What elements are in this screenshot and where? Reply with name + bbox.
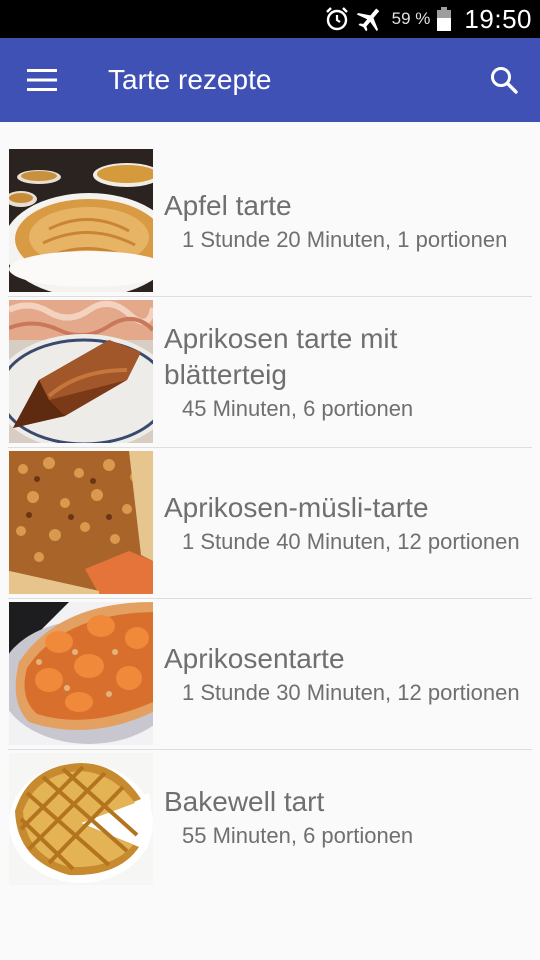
recipe-list-item[interactable]: Aprikosentarte 1 Stunde 30 Minuten, 12 p… (8, 599, 532, 750)
app-bar: Tarte rezepte (0, 38, 540, 122)
recipe-text: Aprikosentarte 1 Stunde 30 Minuten, 12 p… (164, 599, 528, 749)
menu-button[interactable] (0, 38, 84, 122)
page-title: Tarte rezepte (108, 64, 272, 95)
search-icon (491, 67, 518, 94)
hamburger-menu-icon (27, 69, 57, 91)
recipe-meta: 1 Stunde 30 Minuten, 12 portionen (182, 680, 520, 705)
recipe-text: Bakewell tart 55 Minuten, 6 portionen (164, 750, 528, 884)
recipe-list-item[interactable]: Aprikosen tarte mit blätterteig 45 Minut… (8, 297, 532, 448)
airplane-mode-icon (356, 6, 384, 32)
recipe-meta: 1 Stunde 20 Minuten, 1 portionen (182, 227, 508, 252)
recipe-title: Apfel tarte (164, 190, 292, 221)
status-bar: 59 % 19:50 (0, 0, 540, 38)
recipe-list: Apfel tarte 1 Stunde 20 Minuten, 1 porti… (0, 146, 540, 901)
apricot-puff-pastry-tart-photo (9, 300, 153, 443)
recipe-meta: 1 Stunde 40 Minuten, 12 portionen (182, 529, 520, 554)
apple-tart-photo (9, 149, 153, 292)
recipe-text: Aprikosen tarte mit blätterteig 45 Minut… (164, 297, 528, 447)
recipe-text: Apfel tarte 1 Stunde 20 Minuten, 1 porti… (164, 146, 528, 296)
recipe-title: Aprikosen-müsli-tarte (164, 492, 429, 523)
alarm-clock-icon (324, 6, 350, 32)
clock-time: 19:50 (464, 3, 532, 34)
recipe-text: Aprikosen-müsli-tarte 1 Stunde 40 Minute… (164, 448, 528, 598)
battery-percent: 59 % (391, 9, 431, 28)
bakewell-tart-photo (9, 753, 153, 896)
recipe-list-item[interactable]: Bakewell tart 55 Minuten, 6 portionen (8, 750, 532, 901)
recipe-meta: 55 Minuten, 6 portionen (182, 823, 414, 848)
recipe-meta: 45 Minuten, 6 portionen (182, 396, 414, 421)
apricot-muesli-tart-photo (9, 451, 153, 594)
recipe-list-item[interactable]: Aprikosen-müsli-tarte 1 Stunde 40 Minute… (8, 448, 532, 599)
apricot-tart-photo (9, 602, 153, 745)
battery-icon (436, 6, 452, 32)
recipe-title: Aprikosentarte (164, 643, 345, 674)
recipe-title: Aprikosen tarte mit blätterteig (164, 323, 398, 390)
recipe-title: Bakewell tart (164, 786, 325, 817)
search-button[interactable] (468, 38, 540, 122)
recipe-list-item[interactable]: Apfel tarte 1 Stunde 20 Minuten, 1 porti… (8, 146, 532, 297)
